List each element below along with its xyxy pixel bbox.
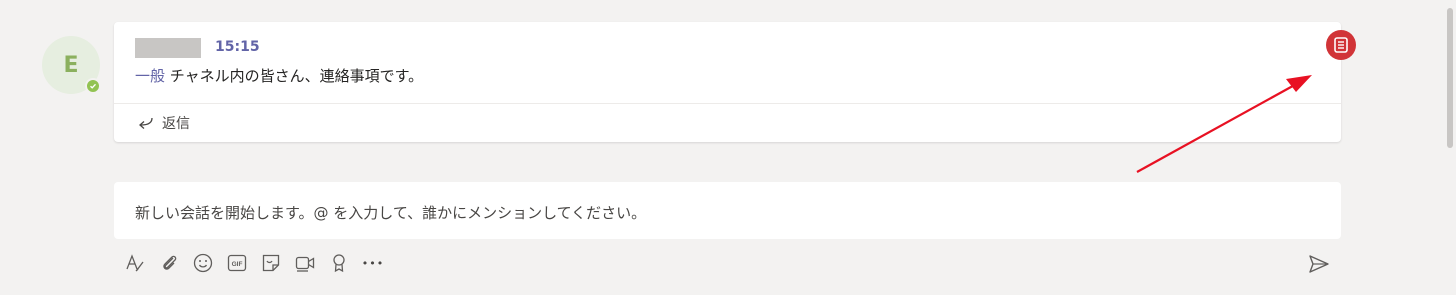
- gif-icon[interactable]: GIF: [226, 252, 248, 274]
- more-options-label: •••: [361, 256, 385, 270]
- compose-toolbar: GIF •••: [124, 248, 384, 278]
- format-icon[interactable]: [124, 252, 146, 274]
- praise-icon[interactable]: [328, 252, 350, 274]
- emoji-icon[interactable]: [192, 252, 214, 274]
- compose-input[interactable]: 新しい会話を開始します。@ を入力して、誰かにメンションしてください。: [135, 202, 646, 223]
- sticker-icon[interactable]: [260, 252, 282, 274]
- send-button[interactable]: [1306, 251, 1332, 277]
- gif-label: GIF: [232, 261, 243, 268]
- scrollbar-thumb[interactable]: [1447, 8, 1453, 148]
- meet-now-icon[interactable]: [294, 252, 316, 274]
- more-options-icon[interactable]: •••: [362, 252, 384, 274]
- compose-box[interactable]: 新しい会話を開始します。@ を入力して、誰かにメンションしてください。: [114, 182, 1341, 239]
- scrollbar[interactable]: [1444, 0, 1456, 295]
- send-icon: [1309, 255, 1329, 273]
- attach-icon[interactable]: [158, 252, 180, 274]
